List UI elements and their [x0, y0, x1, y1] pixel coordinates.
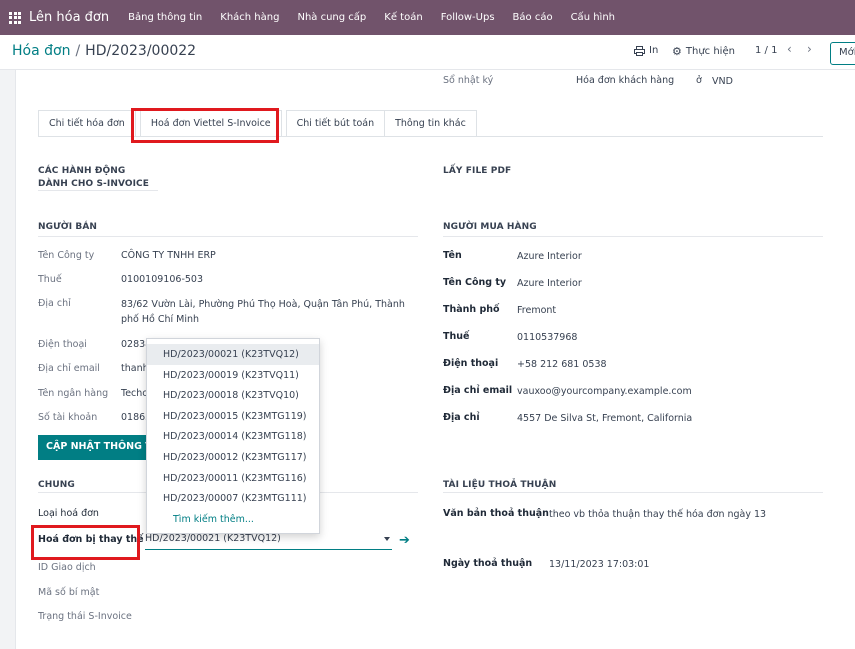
replaced-invoice-input[interactable]: HD/2023/00021 (K23TVQ12) — [145, 533, 392, 550]
divider — [443, 236, 823, 237]
journal-label: Sổ nhật ký — [443, 75, 494, 86]
seller-company-value: CÔNG TY TNHH ERP — [121, 250, 216, 261]
seller-company-label: Tên Công ty — [38, 250, 95, 261]
print-icon — [634, 45, 645, 56]
highlight-box-field — [31, 525, 140, 560]
search-more-link[interactable]: Tìm kiếm thêm... — [147, 509, 319, 525]
invoice-type-label: Loại hoá đơn — [38, 508, 99, 519]
chevron-down-icon[interactable] — [384, 537, 390, 541]
section-title-buyer: NGƯỜI MUA HÀNG — [443, 222, 537, 232]
transaction-id-label: ID Giao dịch — [38, 562, 96, 573]
buyer-tax-label: Thuế — [443, 331, 470, 342]
dropdown-option[interactable]: HD/2023/00019 (K23TVQ11) — [147, 365, 319, 386]
buyer-email-label: Địa chỉ email — [443, 385, 513, 396]
arrow-right-icon[interactable]: ➔ — [399, 533, 410, 548]
menu-followups[interactable]: Follow-Ups — [432, 12, 504, 23]
buyer-email-value: vauxoo@yourcompany.example.com — [517, 386, 692, 397]
seller-tax-value: 0100109106-503 — [121, 274, 204, 285]
seller-email-label: Địa chỉ email — [38, 363, 100, 374]
buyer-phone-label: Điện thoại — [443, 358, 499, 369]
secret-code-label: Mã số bí mật — [38, 587, 100, 598]
dropdown-option[interactable]: HD/2023/00014 (K23MTG118) — [147, 426, 319, 447]
agreement-doc-label: Văn bản thoả thuận — [443, 508, 549, 519]
apps-menu-icon[interactable] — [9, 11, 21, 24]
buyer-name-value: Azure Interior — [517, 251, 582, 262]
currency-separator: ở — [696, 75, 702, 86]
journal-value[interactable]: Hóa đơn khách hàng — [576, 75, 674, 86]
dropdown-option[interactable]: HD/2023/00007 (K23MTG111) — [147, 488, 319, 509]
buyer-company-label: Tên Công ty — [443, 277, 507, 288]
breadcrumb: Hóa đơn / HD/2023/00022 — [12, 43, 196, 59]
app-title[interactable]: Lên hóa đơn — [29, 10, 109, 25]
buyer-address-label: Địa chỉ — [443, 412, 480, 423]
buyer-company-value: Azure Interior — [517, 278, 582, 289]
pager-value: 1 / 1 — [755, 45, 778, 56]
seller-account-label: Số tài khoản — [38, 412, 98, 423]
sinvoice-status-label: Trạng thái S-Invoice — [38, 611, 132, 622]
autocomplete-dropdown: HD/2023/00021 (K23TVQ12) HD/2023/00019 (… — [146, 338, 320, 534]
dropdown-option[interactable]: HD/2023/00011 (K23MTG116) — [147, 468, 319, 489]
tab-journal-items[interactable]: Chi tiết bút toán — [285, 110, 386, 136]
top-navbar: Lên hóa đơn Bảng thông tin Khách hàng Nh… — [0, 0, 855, 35]
agreement-date-value[interactable]: 13/11/2023 17:03:01 — [549, 557, 649, 572]
section-title-pdf: LẤY FILE PDF — [443, 166, 512, 176]
currency-value[interactable]: VND — [712, 76, 733, 87]
pager-next-icon[interactable]: › — [807, 42, 812, 56]
agreement-date-label: Ngày thoả thuận — [443, 558, 533, 569]
section-title-agreement: TÀI LIỆU THOẢ THUẬN — [443, 480, 557, 490]
agreement-doc-value[interactable]: theo vb thỏa thuận thay thế hóa đơn ngày… — [549, 507, 766, 522]
buyer-tax-value: 0110537968 — [517, 332, 578, 343]
seller-email-value: thanh — [121, 363, 149, 374]
dropdown-option[interactable]: HD/2023/00012 (K23MTG117) — [147, 447, 319, 468]
control-panel: Hóa đơn / HD/2023/00022 In ⚙ Thực hiện 1 /… — [0, 35, 855, 70]
print-label: In — [649, 45, 659, 56]
gear-icon: ⚙ — [672, 45, 682, 58]
menu-vendors[interactable]: Nhà cung cấp — [288, 12, 375, 23]
pager-prev-icon[interactable]: ‹ — [787, 42, 792, 56]
menu-configuration[interactable]: Cấu hình — [562, 12, 624, 23]
breadcrumb-current: HD/2023/00022 — [85, 43, 197, 59]
divider — [38, 236, 418, 237]
section-title-general: CHUNG — [38, 480, 75, 490]
divider — [443, 492, 823, 493]
breadcrumb-separator: / — [75, 43, 81, 59]
buyer-city-value: Fremont — [517, 305, 557, 316]
dropdown-option[interactable]: HD/2023/00021 (K23TVQ12) — [147, 344, 319, 365]
section-title-seller: NGƯỜI BÁN — [38, 222, 98, 232]
seller-bank-value: Techc — [121, 388, 148, 399]
buyer-address-value: 4557 De Silva St, Fremont, California — [517, 413, 693, 424]
seller-bank-label: Tên ngân hàng — [38, 388, 109, 399]
seller-address-label: Địa chỉ — [38, 298, 71, 309]
menu-dashboard[interactable]: Bảng thông tin — [119, 12, 211, 23]
seller-address-value: 83/62 Vườn Lài, Phường Phú Thọ Hoà, Quận… — [121, 299, 405, 325]
buyer-phone-value: +58 212 681 0538 — [517, 359, 607, 370]
seller-phone-label: Điện thoại — [38, 339, 87, 350]
tab-other-info[interactable]: Thông tin khác — [384, 110, 477, 136]
dropdown-option[interactable]: HD/2023/00018 (K23TVQ10) — [147, 385, 319, 406]
menu-reports[interactable]: Báo cáo — [504, 12, 562, 23]
seller-tax-label: Thuế — [38, 274, 62, 285]
print-button[interactable]: In — [634, 45, 658, 56]
breadcrumb-parent[interactable]: Hóa đơn — [12, 43, 70, 59]
menu-accounting[interactable]: Kế toán — [375, 12, 431, 23]
buyer-city-label: Thành phố — [443, 304, 500, 315]
buyer-name-label: Tên — [443, 250, 462, 261]
menu-customers[interactable]: Khách hàng — [211, 12, 288, 23]
update-info-button[interactable]: CẬP NHẬT THÔNG TIN — [38, 435, 158, 460]
action-label: Thực hiện — [685, 46, 735, 57]
divider — [38, 190, 158, 191]
action-button[interactable]: ⚙ Thực hiện — [672, 45, 735, 58]
form-sheet — [15, 70, 855, 649]
tab-invoice-lines[interactable]: Chi tiết hóa đơn — [38, 110, 136, 136]
new-button[interactable]: Mới — [830, 42, 855, 65]
dropdown-option[interactable]: HD/2023/00015 (K23MTG119) — [147, 406, 319, 427]
highlight-box-tab — [131, 108, 279, 143]
section-title-actions: CÁC HÀNH ĐỘNG DÀNH CHO S-INVOICE — [38, 166, 150, 189]
